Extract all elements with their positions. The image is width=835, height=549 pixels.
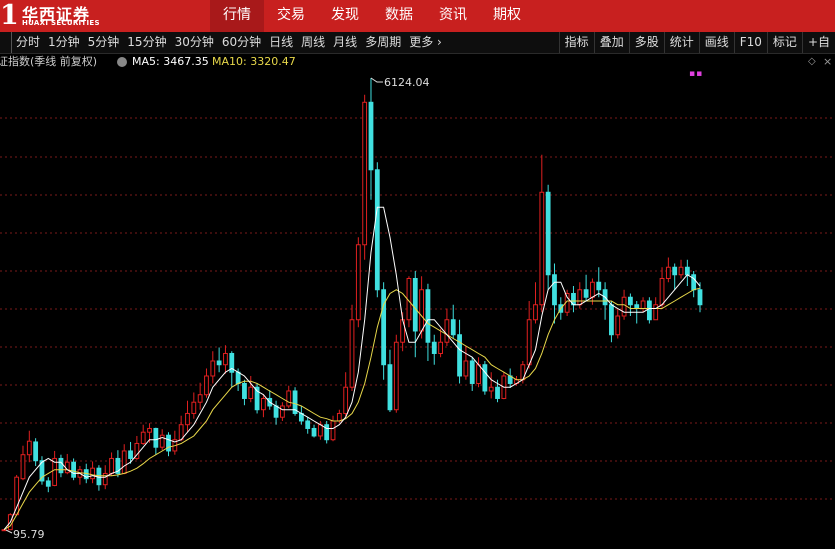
candle-up	[210, 360, 216, 377]
candle-up	[393, 341, 399, 411]
candle-down	[128, 450, 133, 459]
candlestick-chart[interactable]: 6124.04 95.79	[0, 0, 835, 549]
candle-up	[476, 364, 481, 384]
candle-up	[20, 454, 26, 480]
candle-up	[444, 319, 450, 343]
candle-up	[109, 457, 114, 474]
candle-up	[526, 319, 532, 366]
candle-up	[121, 450, 127, 474]
candle-up	[336, 412, 342, 422]
candle-down	[374, 169, 380, 291]
candle-down	[697, 289, 703, 306]
candle-up	[330, 420, 336, 441]
candle-down	[45, 480, 51, 487]
candle-up	[191, 401, 197, 414]
candle-up	[102, 472, 108, 486]
candle-down	[583, 289, 589, 298]
candle-up	[223, 352, 228, 366]
candle-down	[235, 371, 241, 384]
candle-down	[425, 289, 431, 343]
candle-up	[286, 390, 292, 407]
candle-down	[324, 424, 330, 441]
candle-down	[646, 300, 652, 321]
candle-up	[197, 394, 203, 403]
high-leader-line	[370, 77, 383, 83]
candle-up	[539, 191, 545, 306]
candle-up	[248, 386, 254, 399]
candle-down	[58, 457, 64, 474]
low-label: 95.79	[13, 528, 45, 541]
candle-up	[343, 386, 349, 414]
candle-up	[147, 427, 152, 433]
candle-up	[90, 467, 95, 480]
candle-up	[488, 386, 494, 392]
candle-up	[659, 278, 665, 306]
candle-down	[495, 386, 500, 399]
candle-down	[469, 360, 475, 384]
candle-down	[216, 360, 222, 366]
candle-up	[1, 529, 7, 532]
candle-down	[273, 405, 279, 418]
candle-down	[33, 441, 39, 462]
candle-up	[261, 397, 266, 411]
candle-up	[621, 296, 627, 317]
candle-down	[431, 341, 437, 354]
candle-down	[71, 461, 76, 478]
candle-up	[438, 341, 443, 354]
candle-up	[349, 319, 355, 388]
candle-up	[185, 412, 190, 426]
candle-down	[672, 266, 678, 276]
candle-down	[684, 266, 690, 276]
candle-down	[482, 364, 488, 392]
candle-down	[552, 274, 557, 306]
candle-up	[204, 375, 209, 396]
candle-up	[317, 424, 323, 437]
candle-down	[412, 278, 418, 332]
candle-down	[311, 427, 317, 437]
low-leader-line	[5, 529, 13, 534]
candle-up	[653, 304, 659, 321]
candle-down	[166, 434, 171, 452]
candle-down	[628, 296, 633, 306]
candle-up	[280, 405, 285, 418]
candle-down	[387, 364, 393, 411]
candle-down	[596, 281, 602, 291]
candle-down	[691, 274, 697, 291]
candle-down	[368, 101, 374, 171]
candle-up	[355, 244, 361, 321]
candle-down	[609, 304, 614, 336]
candle-down	[381, 289, 387, 366]
candle-down	[242, 382, 247, 399]
candle-up	[14, 476, 20, 516]
candle-up	[362, 101, 368, 246]
candle-up	[640, 300, 646, 309]
candle-down	[450, 319, 456, 336]
candle-up	[665, 266, 671, 280]
candle-down	[545, 191, 551, 276]
candle-up	[419, 289, 424, 332]
candle-up	[678, 266, 684, 276]
candle-up	[533, 304, 538, 321]
candle-down	[634, 304, 640, 309]
candle-up	[26, 440, 32, 456]
candle-up	[140, 431, 146, 444]
candle-up	[577, 289, 583, 306]
candle-down	[153, 427, 159, 448]
high-label: 6124.04	[384, 76, 430, 89]
candle-up	[590, 281, 595, 298]
candle-up	[615, 315, 621, 336]
candle-up	[463, 360, 469, 377]
candle-down	[305, 420, 311, 429]
